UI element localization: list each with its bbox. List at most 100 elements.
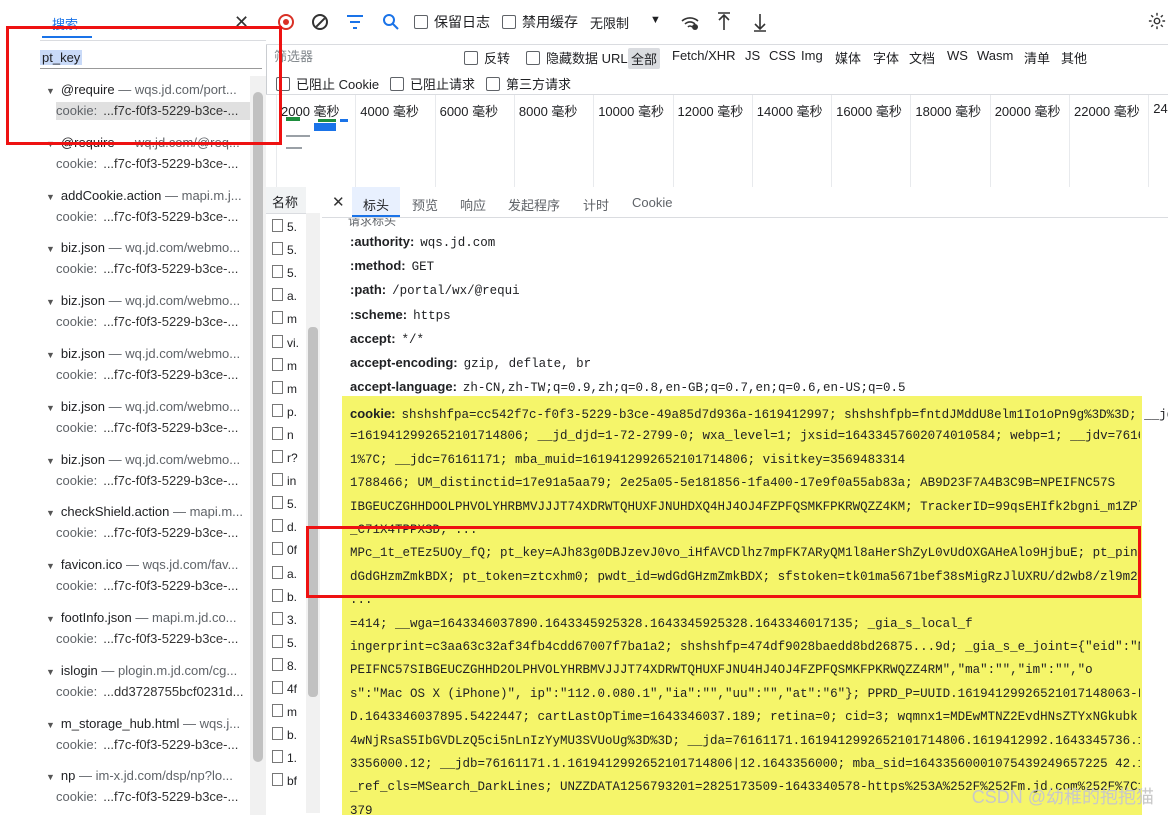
search-result-match[interactable]: cookie: ...f7c-f0f3-5229-b3ce-... [56,472,250,490]
search-result-header[interactable]: ▼ favicon.ico — wqs.jd.com/fav... [46,557,250,572]
export-har-icon[interactable] [752,12,768,32]
search-result-match[interactable]: cookie: ...f7c-f0f3-5229-b3ce-... [56,736,250,754]
request-row[interactable]: m [272,380,306,403]
request-row[interactable]: b. [272,727,306,749]
request-row[interactable]: b. [272,588,306,611]
type-filter-manifest[interactable]: 清单 [1024,48,1050,67]
type-filter-img[interactable]: Img [801,48,823,63]
hide-data-urls-checkbox[interactable]: 隐藏数据 URL [526,48,628,67]
search-result[interactable]: ▼ checkShield.action — mapi.m... cookie:..… [40,498,250,551]
request-row[interactable]: 0f [272,542,306,564]
search-result-match[interactable]: cookie: ...f7c-f0f3-5229-b3ce-... [56,208,250,226]
disclosure-triangle-icon[interactable]: ▼ [46,772,55,782]
search-result-match[interactable]: cookie: ...dd3728755bcf0231d... [56,683,250,701]
import-har-icon[interactable] [716,12,732,32]
search-result[interactable]: ▼ addCookie.action — mapi.m.j... cookie:..… [40,182,250,235]
search-result-match[interactable]: cookie: ...f7c-f0f3-5229-b3ce-... [56,313,250,331]
type-filter-font[interactable]: 字体 [873,48,899,67]
type-filter-doc[interactable]: 文档 [909,48,935,67]
search-result[interactable]: ▼ np — im-x.jd.com/dsp/np?lo... cookie:...… [40,762,250,815]
tab-headers[interactable]: 标头 [363,195,389,214]
blocked-requests-checkbox[interactable]: 已阻止请求 [390,74,475,93]
request-row[interactable]: 3. [272,611,306,634]
request-row[interactable]: bf [272,773,306,795]
request-row[interactable]: in [272,473,306,495]
disclosure-triangle-icon[interactable]: ▼ [46,297,55,307]
search-result-header[interactable]: ▼ biz.json — wq.jd.com/webmo... [46,293,250,308]
search-result-header[interactable]: ▼ biz.json — wq.jd.com/webmo... [46,240,250,255]
tab-cookie[interactable]: Cookie [632,195,672,210]
disclosure-triangle-icon[interactable]: ▼ [46,456,55,466]
type-filter-wasm[interactable]: Wasm [977,48,1013,63]
invert-checkbox[interactable]: 反转 [464,48,510,67]
request-list-scrollbar-thumb[interactable] [308,327,318,697]
tab-initiator[interactable]: 发起程序 [508,195,560,214]
request-row[interactable]: d. [272,519,306,541]
type-filter-all[interactable]: 全部 [628,48,661,69]
request-row[interactable]: a. [272,288,306,310]
request-row[interactable]: p. [272,403,306,426]
search-result-match[interactable]: cookie: ...f7c-f0f3-5229-b3ce-... [56,788,250,806]
search-result[interactable]: ▼ biz.json — wq.jd.com/webmo... cookie:...… [40,287,250,340]
search-result-header[interactable]: ▼ np — im-x.jd.com/dsp/np?lo... [46,768,250,783]
search-result-header[interactable]: ▼ islogin — plogin.m.jd.com/cg... [46,663,250,678]
disclosure-triangle-icon[interactable]: ▼ [46,244,55,254]
name-column-header[interactable]: 名称 [266,187,306,214]
search-result[interactable]: ▼ islogin — plogin.m.jd.com/cg... cookie:.… [40,657,250,710]
request-row[interactable]: 5. [272,634,306,657]
search-result[interactable]: ▼ biz.json — wq.jd.com/webmo... cookie:...… [40,393,250,446]
search-result-header[interactable]: ▼ checkShield.action — mapi.m... [46,504,250,519]
disclosure-triangle-icon[interactable]: ▼ [46,350,55,360]
type-filter-ws[interactable]: WS [947,48,968,63]
disclosure-triangle-icon[interactable]: ▼ [46,508,55,518]
disclosure-triangle-icon[interactable]: ▼ [46,192,55,202]
search-result-header[interactable]: ▼ m_storage_hub.html — wqs.j... [46,716,250,731]
request-row[interactable]: m [272,357,306,380]
search-result[interactable]: ▼ footInfo.json — mapi.m.jd.co... cookie:.… [40,604,250,657]
close-icon[interactable]: ✕ [332,193,345,211]
search-result[interactable]: ▼ favicon.ico — wqs.jd.com/fav... cookie:.… [40,551,250,604]
search-result-header[interactable]: ▼ footInfo.json — mapi.m.jd.co... [46,610,250,625]
search-result-header[interactable]: ▼ addCookie.action — mapi.m.j... [46,188,250,203]
type-filter-other[interactable]: 其他 [1061,48,1087,67]
search-result[interactable]: ▼ biz.json — wq.jd.com/webmo... cookie:...… [40,446,250,499]
disclosure-triangle-icon[interactable]: ▼ [46,614,55,624]
search-result-header[interactable]: ▼ biz.json — wq.jd.com/webmo... [46,346,250,361]
filter-input[interactable]: 筛选器 [274,46,454,66]
gear-icon[interactable] [1148,12,1166,30]
request-row[interactable]: 5. [272,219,306,241]
search-result[interactable]: ▼ biz.json — wq.jd.com/webmo... cookie:...… [40,340,250,393]
request-row[interactable]: n [272,426,306,449]
disclosure-triangle-icon[interactable]: ▼ [46,667,55,677]
tab-preview[interactable]: 预览 [412,195,438,214]
request-row[interactable]: 4f [272,681,306,703]
tab-timing[interactable]: 计时 [583,195,609,214]
request-row[interactable]: r? [272,450,306,472]
request-row[interactable]: 5. [272,242,306,264]
search-result-match[interactable]: cookie: ...f7c-f0f3-5229-b3ce-... [56,419,250,437]
type-filter-media[interactable]: 媒体 [835,48,861,67]
type-filter-fetch-xhr[interactable]: Fetch/XHR [672,48,736,63]
preserve-log-checkbox[interactable]: 保留日志 [414,12,490,32]
clear-button[interactable] [312,14,328,30]
search-result-match[interactable]: cookie: ...f7c-f0f3-5229-b3ce-... [56,260,250,278]
request-row[interactable]: 1. [272,750,306,772]
request-row[interactable]: 8. [272,657,306,680]
request-row[interactable]: a. [272,565,306,588]
throttle-select[interactable]: 无限制 ▼ [586,12,664,32]
tab-response[interactable]: 响应 [460,195,486,214]
search-result[interactable]: ▼ biz.json — wq.jd.com/webmo... cookie:...… [40,234,250,287]
disclosure-triangle-icon[interactable]: ▼ [46,720,55,730]
search-icon[interactable] [382,13,400,31]
disclosure-triangle-icon[interactable]: ▼ [46,561,55,571]
results-scrollbar-thumb[interactable] [253,92,263,762]
search-result[interactable]: ▼ m_storage_hub.html — wqs.j... cookie:...… [40,710,250,763]
disclosure-triangle-icon[interactable]: ▼ [46,403,55,413]
search-result-header[interactable]: ▼ biz.json — wq.jd.com/webmo... [46,399,250,414]
request-row[interactable]: m [272,704,306,726]
disable-cache-checkbox[interactable]: 禁用缓存 [502,12,578,32]
search-result-match[interactable]: cookie: ...f7c-f0f3-5229-b3ce-... [56,366,250,384]
request-row[interactable]: 5. [272,496,306,518]
search-result-header[interactable]: ▼ biz.json — wq.jd.com/webmo... [46,452,250,467]
request-row[interactable]: vi. [272,334,306,357]
